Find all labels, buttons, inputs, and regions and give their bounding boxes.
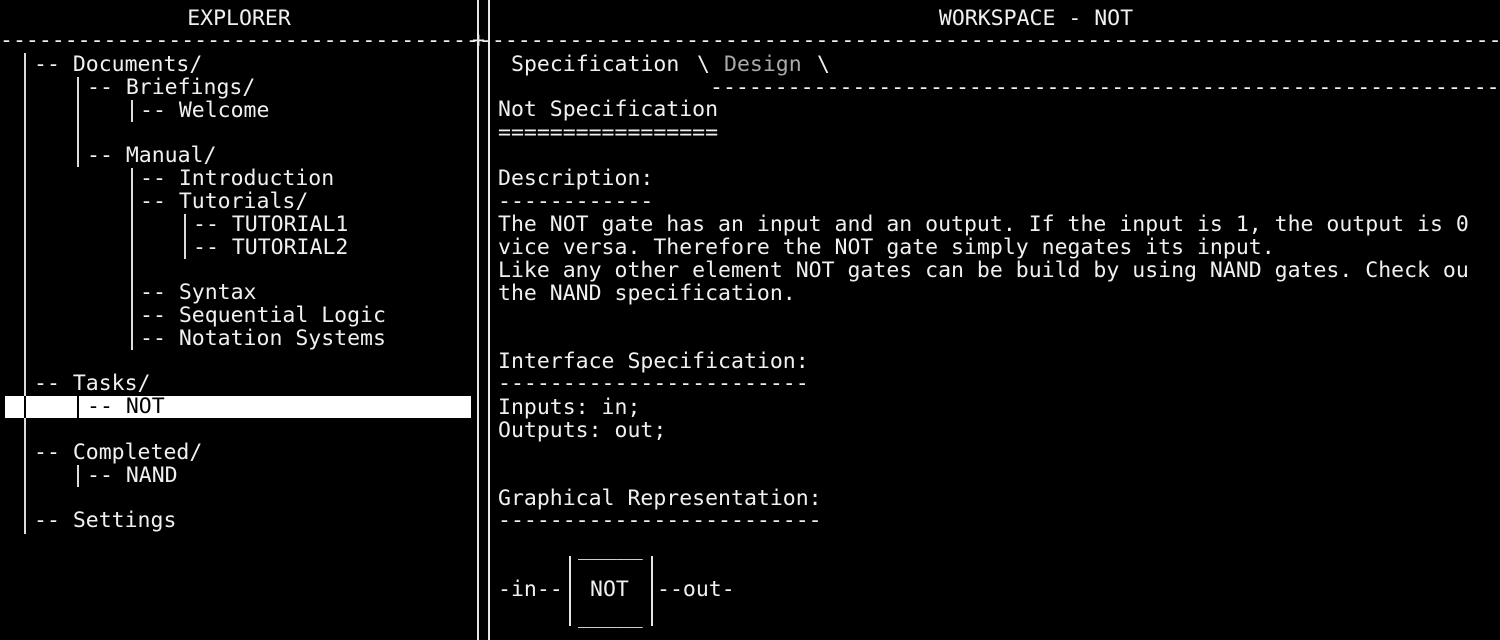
tree-guide-completed — [77, 465, 79, 487]
tab-separator: \ — [817, 52, 830, 77]
outputs-spec: Outputs: out; — [498, 418, 667, 443]
tree-item-settings[interactable]: -- Settings — [34, 509, 176, 532]
inputs-spec: Inputs: in; — [498, 395, 641, 420]
graphical-heading: Graphical Representation: — [498, 486, 822, 511]
tree-guide-manual — [131, 168, 133, 350]
tree-item-tutorials[interactable]: -- Tutorials/ — [140, 190, 308, 213]
explorer-header: EXPLORER — [187, 6, 291, 31]
tree-guide-briefings — [131, 100, 133, 122]
tab-separator: \ — [697, 52, 710, 77]
page-title: Not Specification — [498, 97, 719, 122]
tree-item-tutorial2[interactable]: -- TUTORIAL2 — [193, 236, 348, 259]
gate-output-wire: --out- — [657, 577, 735, 602]
header-divider: ----------------------------------------… — [0, 29, 1500, 52]
tree-item-tutorial1[interactable]: -- TUTORIAL1 — [193, 213, 348, 236]
tree-item-manual[interactable]: -- Manual/ — [87, 144, 216, 167]
tree-item-nand[interactable]: -- NAND — [87, 464, 178, 487]
gate-input-wire: -in-- — [498, 577, 563, 602]
description-line: vice versa. Therefore the NOT gate simpl… — [498, 235, 1275, 260]
pane-separator-right[interactable] — [488, 0, 490, 640]
workspace-header: WORKSPACE - NOT — [938, 6, 1134, 31]
tree-guide-selected-root — [24, 396, 26, 418]
tree-guide-documents — [77, 77, 79, 167]
tree-item-not-label: -- NOT — [87, 394, 165, 419]
tree-item-documents[interactable]: -- Documents/ — [34, 53, 202, 76]
tab-design[interactable]: Design — [724, 53, 802, 76]
tree-guide-selected-tasks — [77, 396, 79, 418]
description-line: The NOT gate has an input and an output.… — [498, 212, 1469, 237]
tree-item-notation-systems[interactable]: -- Notation Systems — [140, 327, 386, 350]
description-heading: Description: — [498, 166, 654, 191]
interface-underline: ------------------------ — [498, 371, 809, 396]
tree-item-introduction[interactable]: -- Introduction — [140, 167, 334, 190]
tab-underline: ----------------------------------------… — [710, 76, 1500, 99]
tree-item-tasks[interactable]: -- Tasks/ — [34, 372, 151, 395]
tree-item-welcome[interactable]: -- Welcome — [140, 99, 269, 122]
tree-guide-tutorials — [184, 214, 186, 259]
tree-item-sequential-logic[interactable]: -- Sequential Logic — [140, 304, 386, 327]
description-line: Like any other element NOT gates can be … — [498, 258, 1469, 283]
tree-item-syntax[interactable]: -- Syntax — [140, 281, 257, 304]
pane-separator-left[interactable] — [477, 0, 479, 640]
gate-bottom-edge: _____ — [578, 604, 643, 629]
tree-item-briefings[interactable]: -- Briefings/ — [87, 76, 255, 99]
title-underline: ================= — [498, 120, 719, 145]
tree-item-not-selected[interactable]: -- NOT — [5, 394, 471, 419]
tab-specification[interactable]: Specification — [511, 53, 679, 76]
description-underline: ------------ — [498, 189, 654, 214]
interface-heading: Interface Specification: — [498, 349, 809, 374]
gate-label: NOT — [590, 577, 629, 602]
tree-item-completed[interactable]: -- Completed/ — [34, 441, 202, 464]
tree-guide-root — [24, 53, 26, 534]
description-line: the NAND specification. — [498, 281, 796, 306]
graphical-underline: ------------------------- — [498, 508, 822, 533]
